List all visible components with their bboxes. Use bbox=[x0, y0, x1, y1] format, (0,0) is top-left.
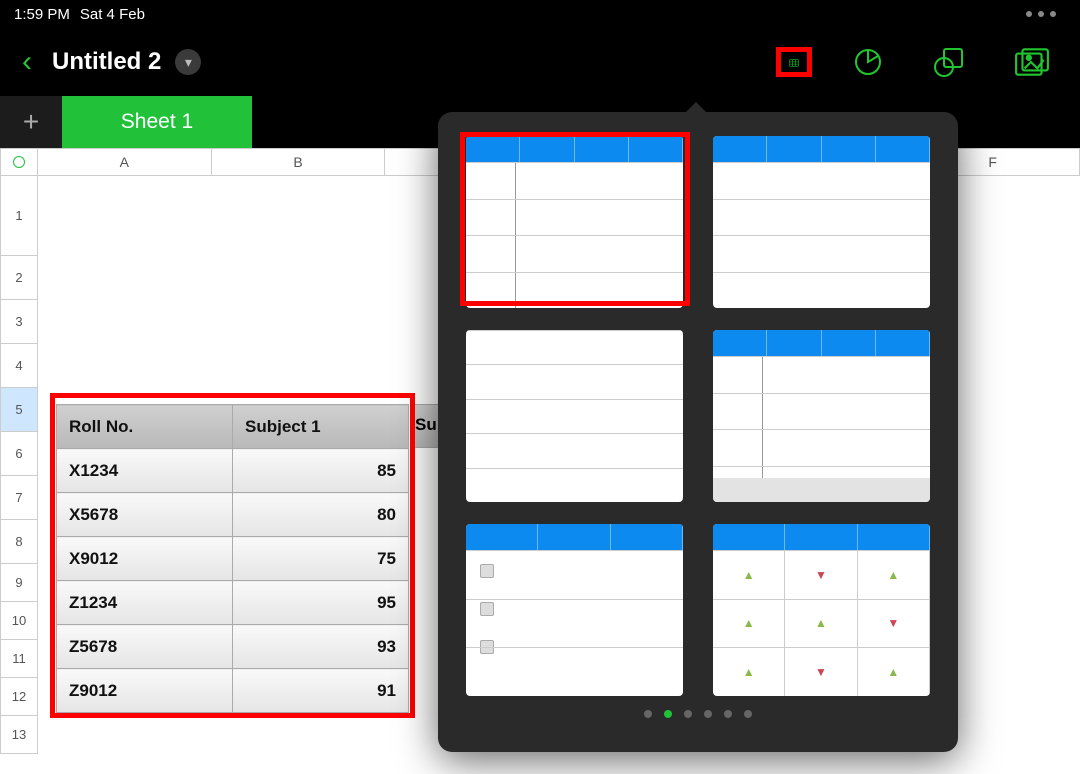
sheet-tab-1[interactable]: Sheet 1 bbox=[62, 96, 252, 148]
select-all-corner[interactable] bbox=[0, 148, 38, 176]
table-template-1[interactable] bbox=[466, 136, 683, 308]
pager-dot[interactable] bbox=[744, 710, 752, 718]
row-header[interactable]: 1 bbox=[0, 176, 38, 256]
cell-roll[interactable]: X9012 bbox=[57, 537, 233, 581]
row-header[interactable]: 8 bbox=[0, 520, 38, 564]
row-header[interactable]: 9 bbox=[0, 564, 38, 602]
title-dropdown[interactable]: ▾ bbox=[175, 49, 201, 75]
table-styles-popover: ▲▼▲ ▲▲▼ ▲▼▲ bbox=[438, 112, 958, 752]
pager-dot[interactable] bbox=[704, 710, 712, 718]
row-header[interactable]: 5 bbox=[0, 388, 38, 432]
row-header[interactable]: 4 bbox=[0, 344, 38, 388]
status-date: Sat 4 Feb bbox=[80, 6, 145, 23]
row-header[interactable]: 7 bbox=[0, 476, 38, 520]
column-header[interactable]: B bbox=[212, 148, 386, 176]
popover-pager[interactable] bbox=[466, 710, 930, 718]
cell-roll[interactable]: X5678 bbox=[57, 493, 233, 537]
cell-roll[interactable]: Z5678 bbox=[57, 625, 233, 669]
column-header[interactable]: A bbox=[38, 148, 212, 176]
cell-roll[interactable]: Z1234 bbox=[57, 581, 233, 625]
cell-value[interactable]: 80 bbox=[233, 493, 409, 537]
row-header[interactable]: 6 bbox=[0, 432, 38, 476]
pager-dot[interactable] bbox=[644, 710, 652, 718]
row-header[interactable]: 2 bbox=[0, 256, 38, 300]
pager-dot[interactable] bbox=[664, 710, 672, 718]
pager-dot[interactable] bbox=[724, 710, 732, 718]
cell-roll[interactable]: X1234 bbox=[57, 449, 233, 493]
cell-value[interactable]: 95 bbox=[233, 581, 409, 625]
cell-value[interactable]: 75 bbox=[233, 537, 409, 581]
row-header[interactable]: 13 bbox=[0, 716, 38, 754]
row-header[interactable]: 11 bbox=[0, 640, 38, 678]
table-header[interactable]: Subject 1 bbox=[233, 405, 409, 449]
table-template-4[interactable] bbox=[713, 330, 930, 502]
table-row[interactable]: Z567893 bbox=[57, 625, 409, 669]
table-row[interactable]: Z901291 bbox=[57, 669, 409, 713]
status-bar: 1:59 PM Sat 4 Feb bbox=[0, 0, 1080, 28]
title-bar: ‹ Untitled 2 ▾ bbox=[0, 28, 1080, 96]
insert-media-icon[interactable] bbox=[1014, 47, 1050, 77]
cell-value[interactable]: 93 bbox=[233, 625, 409, 669]
embedded-table[interactable]: Roll No. Subject 1 X123485X567880X901275… bbox=[56, 404, 409, 713]
table-row[interactable]: Z123495 bbox=[57, 581, 409, 625]
table-header[interactable]: Roll No. bbox=[57, 405, 233, 449]
insert-chart-icon[interactable] bbox=[850, 47, 886, 77]
table-row[interactable]: X123485 bbox=[57, 449, 409, 493]
table-template-3[interactable] bbox=[466, 330, 683, 502]
cell-value[interactable]: 91 bbox=[233, 669, 409, 713]
document-title[interactable]: Untitled 2 bbox=[52, 48, 161, 76]
table-row[interactable]: X901275 bbox=[57, 537, 409, 581]
status-time: 1:59 PM bbox=[14, 6, 70, 23]
table-template-5[interactable] bbox=[466, 524, 683, 696]
cell-roll[interactable]: Z9012 bbox=[57, 669, 233, 713]
add-sheet-button[interactable]: + bbox=[0, 96, 62, 148]
table-template-6[interactable]: ▲▼▲ ▲▲▼ ▲▼▲ bbox=[713, 524, 930, 696]
table-header-peek: Su bbox=[410, 404, 440, 448]
insert-shape-icon[interactable] bbox=[932, 47, 968, 77]
table-row[interactable]: X567880 bbox=[57, 493, 409, 537]
multitask-dots[interactable] bbox=[1026, 11, 1056, 17]
table-template-2[interactable] bbox=[713, 136, 930, 308]
row-header[interactable]: 10 bbox=[0, 602, 38, 640]
row-header[interactable]: 12 bbox=[0, 678, 38, 716]
back-button[interactable]: ‹ bbox=[16, 45, 38, 79]
pager-dot[interactable] bbox=[684, 710, 692, 718]
cell-value[interactable]: 85 bbox=[233, 449, 409, 493]
insert-table-icon[interactable] bbox=[776, 47, 812, 77]
row-header[interactable]: 3 bbox=[0, 300, 38, 344]
